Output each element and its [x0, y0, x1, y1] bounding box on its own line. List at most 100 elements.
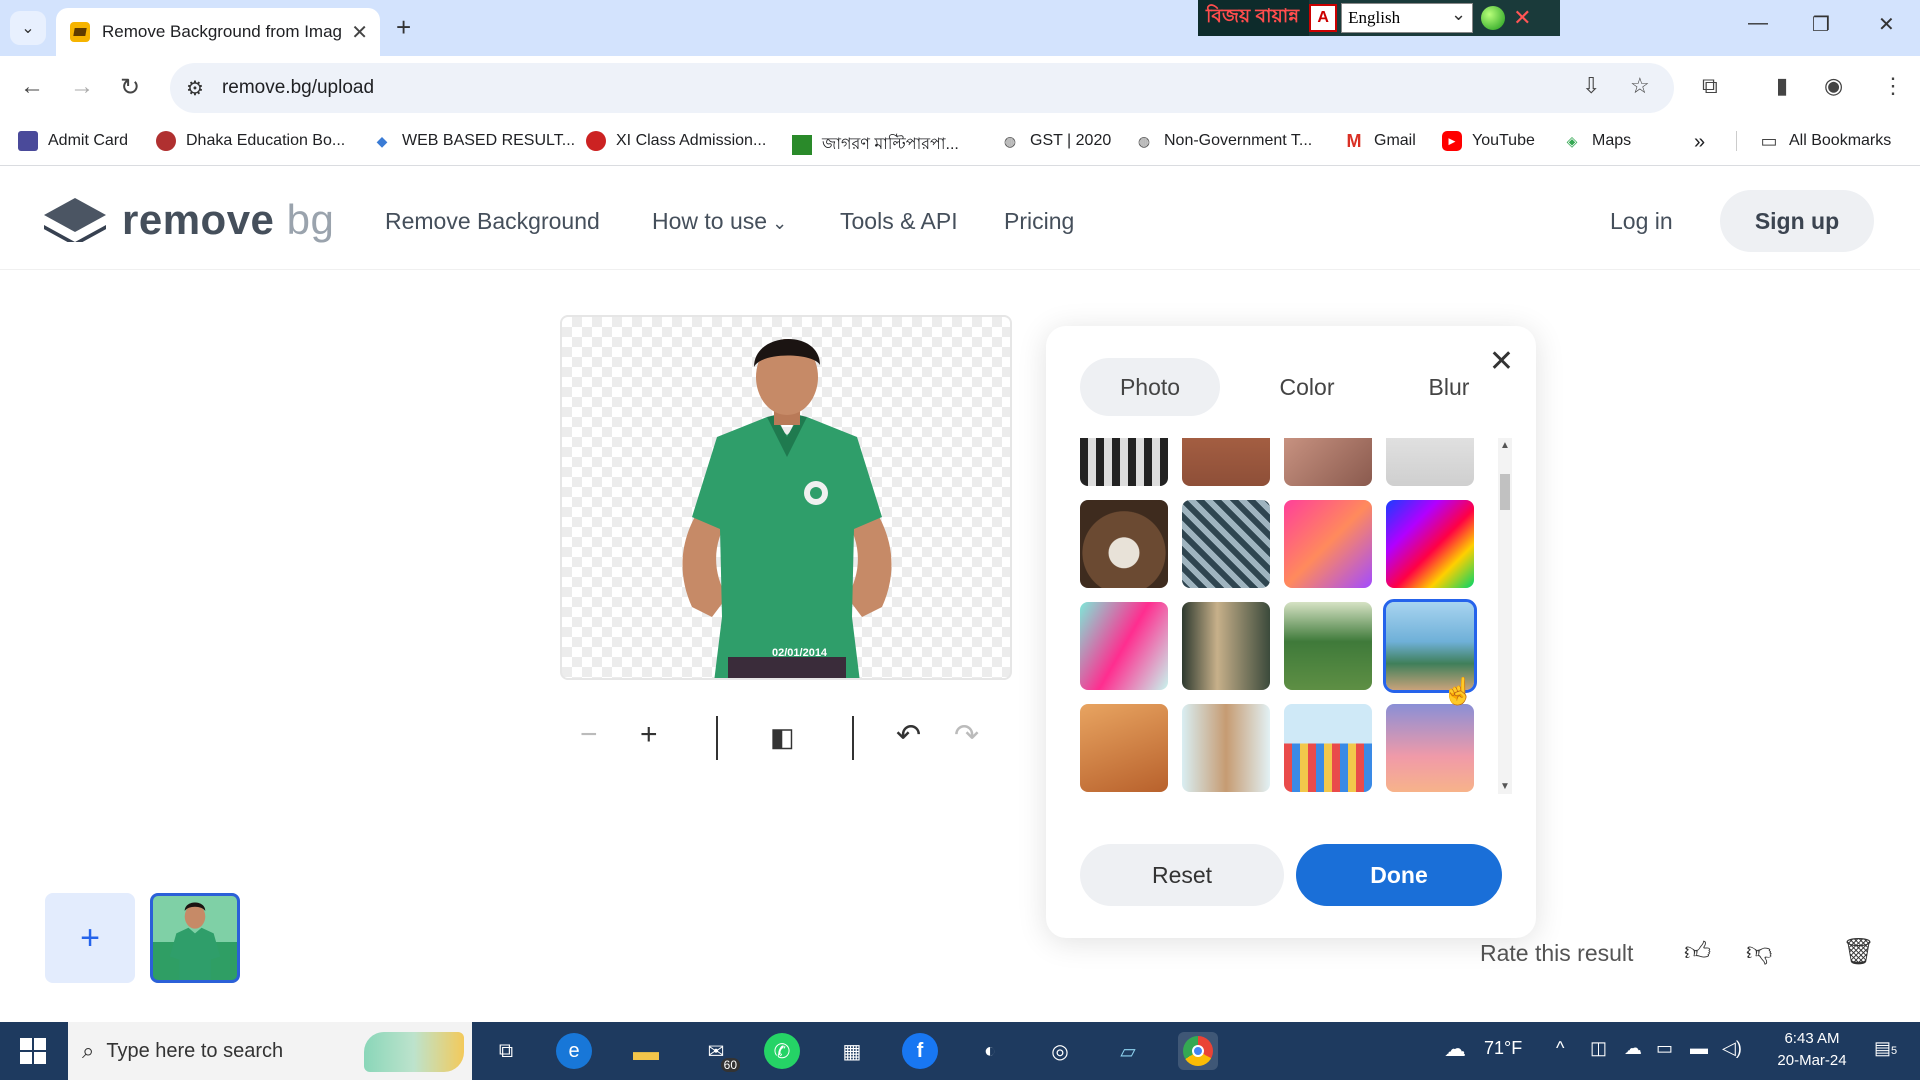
scrollbar-thumb[interactable]: [1500, 474, 1510, 510]
signup-button[interactable]: Sign up: [1720, 190, 1874, 252]
trash-icon[interactable]: 🗑︎: [1842, 936, 1875, 967]
volume-icon[interactable]: ◁): [1722, 1038, 1742, 1059]
site-settings-icon[interactable]: ⚙: [186, 76, 204, 101]
background-option[interactable]: [1080, 602, 1168, 690]
tab-blur[interactable]: Blur: [1396, 358, 1502, 416]
microsoft-store-icon[interactable]: ▦: [832, 1032, 872, 1070]
back-icon[interactable]: ←: [20, 73, 44, 101]
tab-photo[interactable]: Photo: [1080, 358, 1220, 416]
edge-icon[interactable]: e: [556, 1033, 592, 1069]
redo-icon[interactable]: ↷: [954, 718, 979, 753]
scroll-down-icon[interactable]: ▼: [1500, 781, 1510, 792]
bookmark-jagoron[interactable]: জাগরণ মাল্টিপারপা...: [792, 131, 959, 158]
chrome-icon[interactable]: [1178, 1032, 1218, 1070]
reload-icon[interactable]: ↻: [120, 73, 140, 102]
bookmark-gst-2020[interactable]: ◍ GST | 2020: [1000, 131, 1111, 151]
whatsapp-icon[interactable]: ✆: [764, 1033, 800, 1069]
bookmark-youtube[interactable]: ▶ YouTube: [1442, 131, 1535, 151]
close-extension-icon[interactable]: ✕: [1513, 5, 1531, 31]
bookmark-non-government[interactable]: ◍ Non-Government T...: [1134, 131, 1312, 151]
side-panel-icon[interactable]: ▮: [1776, 73, 1788, 99]
network-icon[interactable]: ▭: [1656, 1038, 1673, 1059]
background-option[interactable]: [1386, 438, 1474, 486]
bookmark-star-icon[interactable]: ☆: [1630, 73, 1650, 99]
bookmark-dhaka-education[interactable]: Dhaka Education Bo...: [156, 131, 345, 151]
tray-chevron-up-icon[interactable]: ^: [1556, 1038, 1564, 1059]
background-option[interactable]: [1386, 500, 1474, 588]
bijoy-extension-label[interactable]: বিজয় বায়ান্ন: [1198, 0, 1310, 36]
background-option[interactable]: [1080, 438, 1168, 486]
done-button[interactable]: Done: [1296, 844, 1502, 906]
address-bar[interactable]: ⚙ remove.bg/upload: [170, 63, 1674, 113]
new-tab-icon[interactable]: +: [396, 12, 411, 43]
battery-icon[interactable]: ▬: [1690, 1038, 1708, 1059]
recorder-icon[interactable]: ◎: [1040, 1032, 1080, 1070]
background-option[interactable]: [1182, 438, 1270, 486]
zoom-in-icon[interactable]: +: [640, 718, 658, 752]
close-tab-icon[interactable]: ✕: [351, 20, 368, 45]
background-option[interactable]: [1182, 500, 1270, 588]
nav-tools-api[interactable]: Tools & API: [840, 208, 958, 235]
compare-icon[interactable]: ◧: [770, 722, 795, 753]
add-image-button[interactable]: +: [45, 893, 135, 983]
background-option[interactable]: [1080, 500, 1168, 588]
forward-icon[interactable]: →: [70, 73, 94, 101]
removebg-logo[interactable]: remove bg: [44, 196, 334, 244]
bookmark-admit-card[interactable]: Admit Card: [18, 131, 128, 151]
reset-button[interactable]: Reset: [1080, 844, 1284, 906]
system-clock[interactable]: 6:43 AM 20-Mar-24: [1762, 1028, 1862, 1072]
nav-remove-background[interactable]: Remove Background: [385, 208, 600, 235]
undo-icon[interactable]: ↶: [896, 718, 921, 753]
pdf-extension-icon[interactable]: A: [1309, 4, 1338, 32]
more-bookmarks-button[interactable]: »: [1694, 131, 1705, 154]
taskbar-search-box[interactable]: ⌕ Type here to search: [68, 1022, 472, 1080]
file-explorer-icon[interactable]: ▬: [626, 1032, 666, 1070]
tab-color[interactable]: Color: [1242, 358, 1372, 416]
install-app-icon[interactable]: ⇩: [1582, 73, 1600, 99]
nav-how-to-use[interactable]: How to use ⌄: [652, 208, 787, 235]
notepad-icon[interactable]: ▱: [1108, 1032, 1148, 1070]
extensions-icon[interactable]: ⧉: [1702, 73, 1718, 99]
notification-icon[interactable]: ▤5: [1874, 1038, 1897, 1059]
tab-search-dropdown[interactable]: ⌄: [10, 11, 46, 45]
weather-icon[interactable]: ☁: [1444, 1036, 1466, 1062]
mail-icon[interactable]: ✉ 60: [696, 1032, 740, 1072]
restore-icon[interactable]: ❐: [1812, 12, 1830, 37]
profile-avatar-icon[interactable]: ◉: [1824, 73, 1843, 99]
thumbs-up-icon[interactable]: 👍︎: [1684, 936, 1711, 967]
meet-icon[interactable]: ◫: [1590, 1038, 1607, 1059]
background-option[interactable]: [1386, 704, 1474, 792]
background-option[interactable]: [1284, 500, 1372, 588]
bookmark-maps[interactable]: ◈ Maps: [1562, 131, 1632, 151]
nav-pricing[interactable]: Pricing: [1004, 208, 1074, 235]
green-status-icon[interactable]: [1481, 6, 1506, 30]
background-option[interactable]: [1284, 438, 1372, 486]
background-option[interactable]: [1284, 602, 1372, 690]
image-preview[interactable]: 02/01/2014: [560, 315, 1012, 680]
all-bookmarks-folder[interactable]: ▭ All Bookmarks: [1736, 131, 1891, 151]
background-option[interactable]: [1182, 602, 1270, 690]
task-view-icon[interactable]: ⧉: [486, 1032, 526, 1070]
app-icon[interactable]: ◐: [970, 1032, 1010, 1070]
minimize-icon[interactable]: —: [1748, 12, 1768, 35]
menu-kebab-icon[interactable]: ⋮: [1882, 73, 1904, 99]
zoom-out-icon[interactable]: −: [580, 718, 598, 752]
login-link[interactable]: Log in: [1610, 208, 1673, 235]
background-option[interactable]: [1284, 704, 1372, 792]
weather-temperature[interactable]: 71°F: [1484, 1038, 1522, 1059]
bookmark-xi-class-admission[interactable]: XI Class Admission...: [586, 131, 766, 151]
bookmark-web-based-result[interactable]: ◆ WEB BASED RESULT...: [372, 131, 575, 151]
grid-scrollbar[interactable]: ▲ ▼: [1498, 438, 1512, 794]
language-select[interactable]: English: [1341, 3, 1474, 33]
onedrive-icon[interactable]: ☁: [1624, 1038, 1642, 1059]
browser-tab-active[interactable]: Remove Background from Imag ✕: [56, 8, 380, 56]
background-option[interactable]: [1182, 704, 1270, 792]
windows-start-icon[interactable]: [20, 1038, 46, 1064]
window-close-icon[interactable]: ✕: [1878, 12, 1895, 37]
facebook-icon[interactable]: f: [902, 1033, 938, 1069]
scroll-up-icon[interactable]: ▲: [1500, 440, 1510, 451]
image-thumbnail-selected[interactable]: [150, 893, 240, 983]
bookmark-gmail[interactable]: M Gmail: [1344, 131, 1416, 151]
background-option[interactable]: [1080, 704, 1168, 792]
thumbs-down-icon[interactable]: 👎︎: [1746, 936, 1772, 967]
